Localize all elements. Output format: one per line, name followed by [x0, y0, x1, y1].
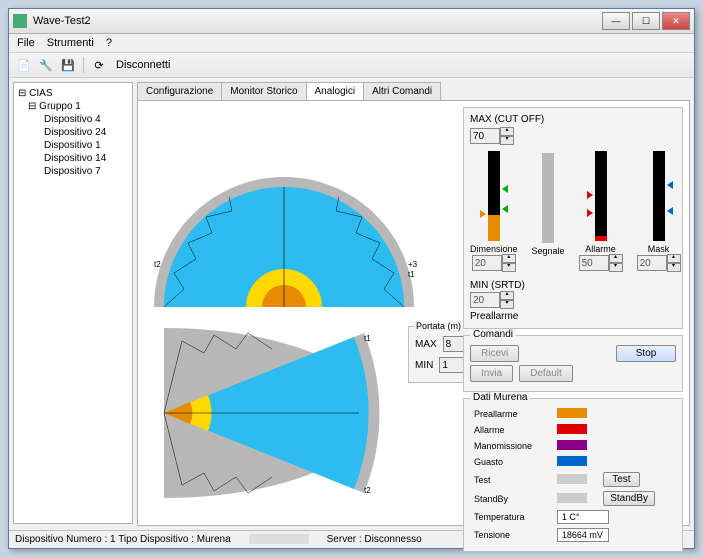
dati-manomissione: Manomissione: [472, 439, 553, 453]
app-window: Wave-Test2 — ☐ ✕ File Strumenti ? 📄 🔧 💾 …: [8, 8, 695, 549]
marker-icon: [667, 207, 673, 215]
svg-text:t1: t1: [364, 334, 371, 343]
swatch-standby: [557, 493, 587, 503]
marker-icon: [502, 185, 508, 193]
maximize-button[interactable]: ☐: [632, 12, 660, 30]
app-icon: [13, 14, 27, 28]
window-title: Wave-Test2: [33, 15, 602, 27]
menubar: File Strumenti ?: [9, 34, 694, 53]
bar-dimensione: [488, 151, 500, 241]
dati-standby: StandBy: [472, 490, 553, 507]
cutoff-group: MAX (CUT OFF) ▴▾: [463, 107, 683, 329]
swatch-manomissione: [557, 440, 587, 450]
menu-strumenti[interactable]: Strumenti: [47, 37, 94, 49]
dati-legend: Dati Murena: [470, 392, 530, 403]
svg-text:t1: t1: [408, 270, 415, 279]
min-srtd-input[interactable]: [470, 292, 500, 308]
max-cutoff-input[interactable]: [470, 128, 500, 144]
portata-min-label: MIN: [415, 360, 433, 371]
marker-icon: [502, 205, 508, 213]
portata-legend: Portata (m): [414, 321, 463, 331]
tab-panel: t2 +3 t1: [137, 100, 690, 526]
marker-icon: [587, 209, 593, 217]
tab-bar: Configurazione Monitor Storico Analogici…: [137, 82, 690, 100]
max-cutoff-label: MAX (CUT OFF): [470, 114, 676, 125]
dati-preallarme: Preallarme: [472, 407, 553, 421]
save-icon[interactable]: 💾: [59, 56, 77, 74]
tree-group[interactable]: ⊟ Gruppo 1: [18, 100, 128, 113]
dati-test: Test: [472, 471, 553, 488]
bar-segnale: [542, 153, 554, 243]
marker-icon: [667, 181, 673, 189]
refresh-icon[interactable]: ⟳: [90, 56, 108, 74]
top-fan-chart: t2 +3 t1: [144, 107, 455, 317]
invia-button[interactable]: Invia: [470, 365, 513, 382]
separator: [83, 57, 84, 73]
stop-button[interactable]: Stop: [616, 345, 676, 362]
dim-input[interactable]: [472, 255, 502, 271]
tens-label: Tensione: [472, 527, 553, 543]
bar-label: Allarme: [585, 244, 616, 254]
tab-config[interactable]: Configurazione: [137, 82, 222, 100]
dati-allarme: Allarme: [472, 423, 553, 437]
svg-text:t2: t2: [154, 260, 161, 269]
tab-analog[interactable]: Analogici: [306, 82, 365, 100]
comandi-group: Comandi Ricevi Stop Invia Default: [463, 335, 683, 392]
marker-icon: [480, 210, 486, 218]
mask-input[interactable]: [637, 255, 667, 271]
tree-device[interactable]: Dispositivo 24: [18, 126, 128, 139]
tab-monitor[interactable]: Monitor Storico: [221, 82, 306, 100]
standby-button[interactable]: StandBy: [603, 491, 655, 506]
default-button[interactable]: Default: [519, 365, 573, 382]
tens-value: 18664 mV: [557, 528, 609, 542]
tree-device[interactable]: Dispositivo 7: [18, 165, 128, 178]
svg-text:t2: t2: [364, 486, 371, 495]
new-icon[interactable]: 📄: [15, 56, 33, 74]
spin-down-icon[interactable]: ▾: [500, 136, 514, 145]
marker-icon: [587, 191, 593, 199]
all-input[interactable]: [579, 255, 609, 271]
min-srtd-label: MIN (SRTD): [470, 280, 676, 291]
swatch-preallarme: [557, 408, 587, 418]
bar-allarme: [595, 151, 607, 241]
temp-value: 1 C°: [557, 510, 609, 524]
tree-device[interactable]: Dispositivo 1: [18, 139, 128, 152]
preallarme-label: Preallarme: [470, 311, 676, 322]
minimize-button[interactable]: —: [602, 12, 630, 30]
tool-icon[interactable]: 🔧: [37, 56, 55, 74]
test-button[interactable]: Test: [603, 472, 639, 487]
menu-help[interactable]: ?: [106, 37, 112, 49]
bar-label: Segnale: [532, 246, 565, 256]
bar-mask: [653, 151, 665, 241]
swatch-test: [557, 474, 587, 484]
device-tree[interactable]: ⊟ CIAS ⊟ Gruppo 1 Dispositivo 4 Disposit…: [13, 82, 133, 524]
portata-max-label: MAX: [415, 339, 437, 350]
ricevi-button[interactable]: Ricevi: [470, 345, 519, 362]
toolbar: 📄 🔧 💾 ⟳ Disconnetti: [9, 53, 694, 78]
menu-file[interactable]: File: [17, 37, 35, 49]
bar-label: Dimensione: [470, 244, 518, 254]
tree-root[interactable]: ⊟ CIAS: [18, 87, 128, 100]
spin-up-icon[interactable]: ▴: [500, 127, 514, 136]
swatch-allarme: [557, 424, 587, 434]
tree-device[interactable]: Dispositivo 4: [18, 113, 128, 126]
temp-label: Temperatura: [472, 509, 553, 525]
tab-altri[interactable]: Altri Comandi: [363, 82, 441, 100]
titlebar: Wave-Test2 — ☐ ✕: [9, 9, 694, 34]
disconnect-button[interactable]: Disconnetti: [112, 59, 174, 71]
tree-device[interactable]: Dispositivo 14: [18, 152, 128, 165]
dati-guasto: Guasto: [472, 455, 553, 469]
svg-text:+3: +3: [408, 260, 418, 269]
swatch-guasto: [557, 456, 587, 466]
close-button[interactable]: ✕: [662, 12, 690, 30]
comandi-legend: Comandi: [470, 329, 516, 340]
dati-group: Dati Murena Preallarme Allarme Manomissi…: [463, 398, 683, 552]
bar-label: Mask: [648, 244, 670, 254]
